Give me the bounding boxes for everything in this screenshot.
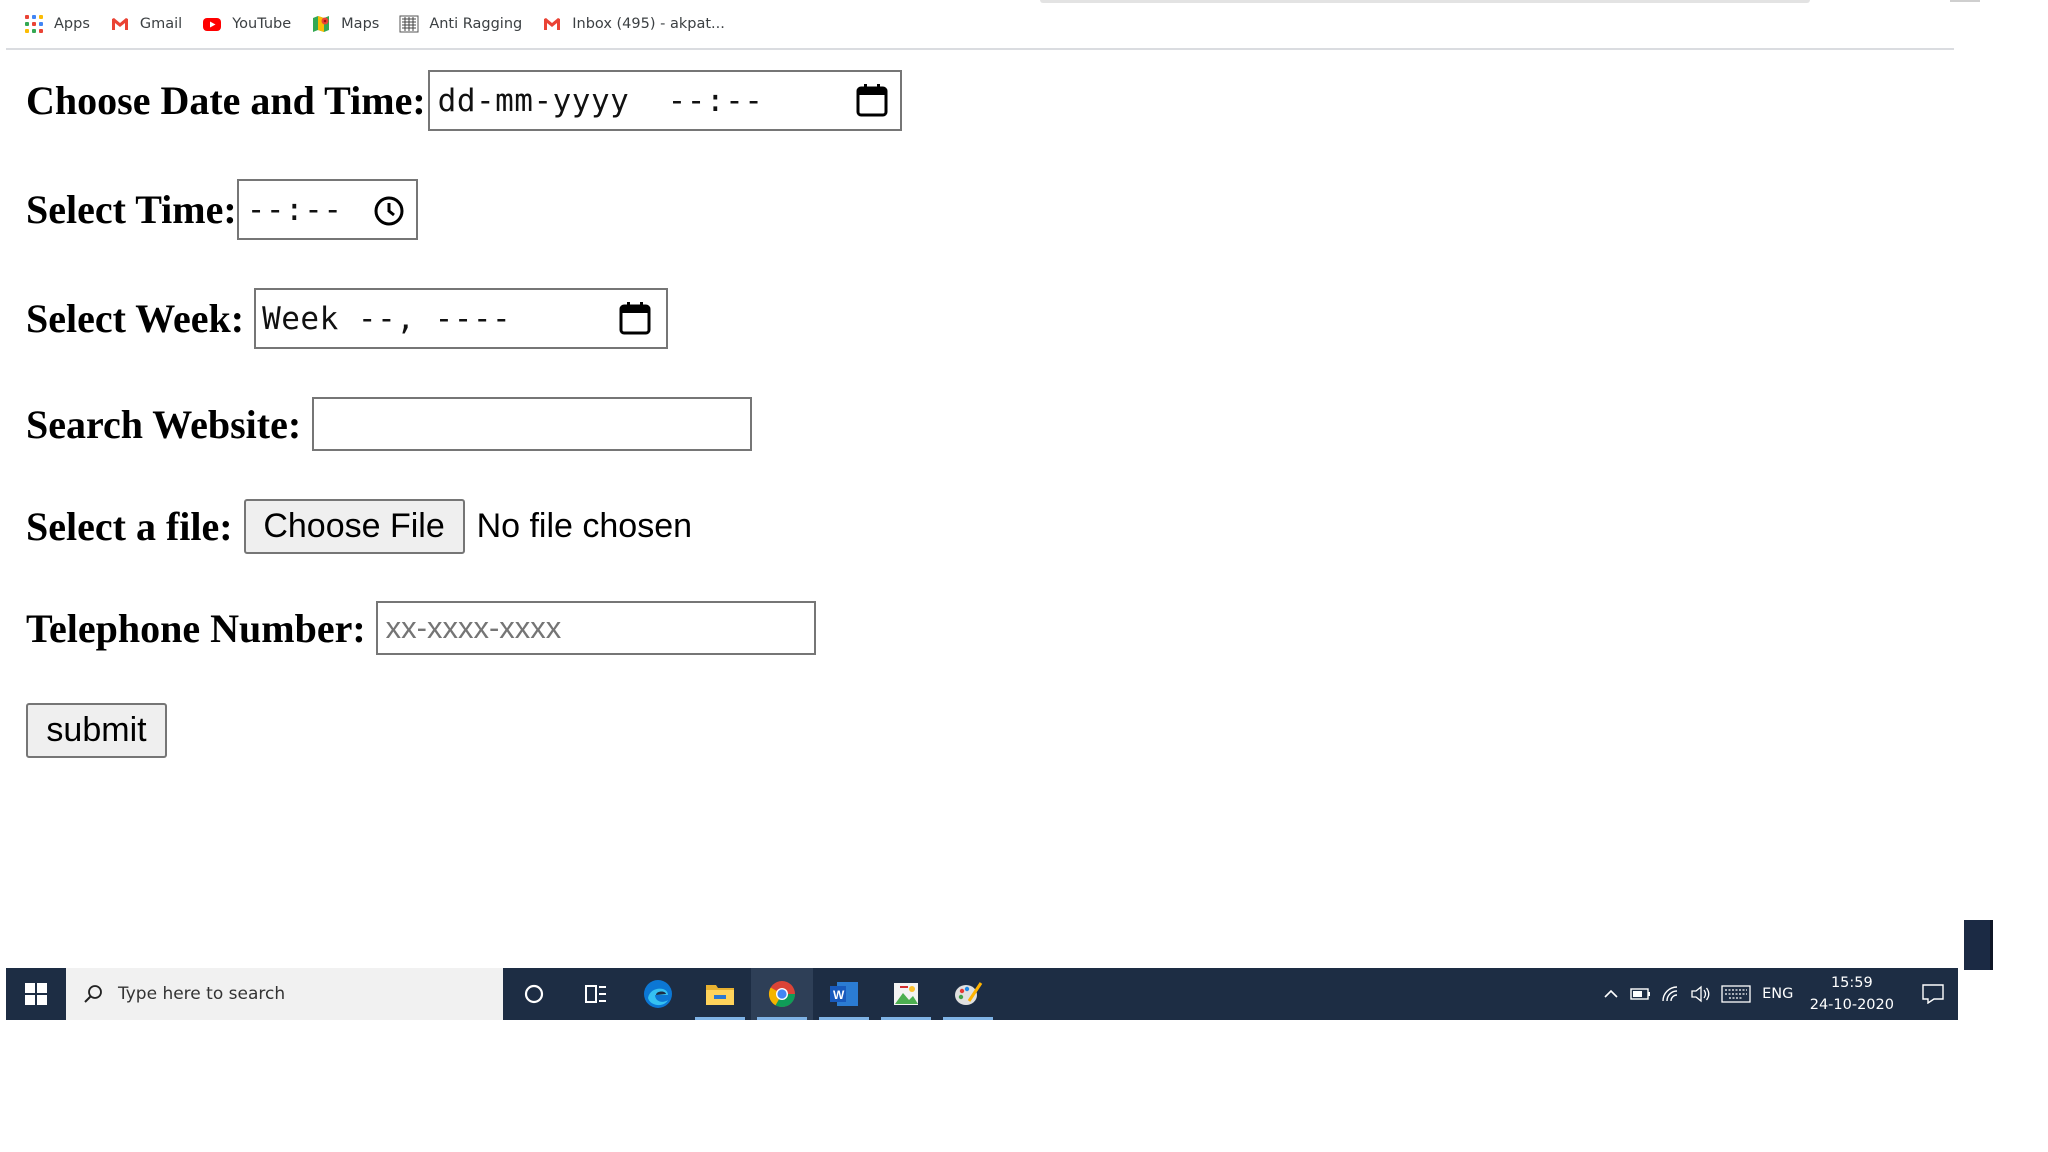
search-label: Search Website:	[26, 401, 302, 447]
telephone-input[interactable]: xx-xxxx-xxxx	[375, 601, 816, 655]
volume-button[interactable]	[1686, 968, 1716, 1020]
youtube-icon	[202, 14, 222, 34]
week-placeholder: Week --, ----	[262, 300, 512, 337]
speaker-icon	[1691, 985, 1710, 1003]
wifi-icon	[1662, 986, 1677, 1002]
bookmark-label: Gmail	[139, 16, 183, 32]
apps-grid-icon	[24, 14, 44, 34]
bookmark-label: Inbox (495) - akpat...	[572, 16, 725, 32]
datetime-label: Choose Date and Time:	[26, 78, 426, 123]
datetime-row: Choose Date and Time: dd-mm-yyyy --:--	[26, 70, 902, 131]
system-tray: ENG 15:59 24-10-2020	[1596, 968, 1958, 1020]
clock-time: 15:59	[1830, 975, 1873, 991]
bookmark-youtube[interactable]: YouTube	[202, 14, 291, 34]
bookmark-label: YouTube	[232, 16, 292, 32]
action-center-icon	[1922, 984, 1944, 1004]
week-row: Select Week: Week --, ----	[26, 288, 669, 349]
time-input[interactable]: --:--	[236, 179, 418, 240]
battery-icon	[1630, 988, 1650, 1000]
taskbar-search-placeholder: Type here to search	[118, 984, 286, 1004]
clock-date: 24-10-2020	[1809, 997, 1894, 1013]
gmail-icon	[542, 14, 562, 34]
word-icon: W	[830, 982, 858, 1006]
file-status: No file chosen	[476, 507, 693, 545]
time-placeholder: --:--	[246, 191, 343, 228]
bookmark-maps[interactable]: Maps	[311, 14, 379, 34]
network-button[interactable]	[1656, 968, 1686, 1020]
search-website-input[interactable]	[312, 397, 753, 451]
bookmark-gmail[interactable]: Gmail	[110, 14, 182, 34]
taskbar-file-explorer[interactable]	[689, 968, 751, 1020]
input-language-button[interactable]: ENG	[1756, 968, 1800, 1020]
photos-icon	[894, 983, 918, 1005]
time-row: Select Time: --:--	[26, 179, 418, 240]
week-label: Select Week:	[26, 296, 245, 341]
file-label: Select a file:	[26, 504, 233, 549]
chrome-icon	[768, 981, 796, 1008]
bookmark-label: Anti Ragging	[429, 16, 523, 32]
bookmarks-bar: Apps Gmail YouTube Maps Anti Ragging Inb…	[6, 0, 1954, 50]
taskbar-edge[interactable]	[627, 968, 689, 1020]
file-explorer-icon	[706, 985, 734, 1005]
edge-icon	[644, 980, 672, 1008]
taskbar-photos[interactable]	[875, 968, 937, 1020]
keyboard-icon	[1721, 985, 1751, 1003]
taskbar-search-box[interactable]: Type here to search	[66, 968, 503, 1020]
touch-keyboard-button[interactable]	[1716, 968, 1756, 1020]
chevron-up-icon	[1604, 989, 1618, 998]
telephone-row: Telephone Number: xx-xxxx-xxxx	[26, 601, 816, 655]
choose-file-button[interactable]: Choose File	[243, 499, 465, 554]
task-view-icon	[585, 985, 606, 1003]
file-row: Select a file: Choose File No file chose…	[26, 499, 692, 554]
anti-ragging-icon	[399, 14, 419, 34]
svg-text:W: W	[833, 988, 845, 1002]
task-view-button[interactable]	[565, 968, 627, 1020]
calendar-icon[interactable]	[619, 301, 651, 335]
bookmark-anti-ragging[interactable]: Anti Ragging	[399, 14, 522, 34]
scrollbar-thumb[interactable]	[1964, 920, 1990, 970]
telephone-label: Telephone Number:	[26, 605, 366, 651]
windows-taskbar: Type here to search W ENG 15:59 24-10-20…	[6, 968, 1958, 1020]
taskbar-paint[interactable]	[937, 968, 999, 1020]
maps-icon	[311, 14, 331, 34]
search-row: Search Website:	[26, 397, 753, 451]
taskbar-word[interactable]: W	[813, 968, 875, 1020]
start-button[interactable]	[6, 968, 66, 1020]
datetime-input[interactable]: dd-mm-yyyy --:--	[427, 70, 902, 131]
telephone-placeholder: xx-xxxx-xxxx	[385, 610, 562, 645]
week-input[interactable]: Week --, ----	[254, 288, 669, 349]
bookmark-inbox[interactable]: Inbox (495) - akpat...	[542, 14, 725, 34]
submit-button[interactable]: submit	[26, 703, 167, 758]
clock-button[interactable]: 15:59 24-10-2020	[1810, 972, 1894, 1016]
clock-icon[interactable]	[373, 195, 405, 227]
cortana-button[interactable]	[503, 968, 565, 1020]
notifications-button[interactable]	[1908, 968, 1958, 1020]
windows-logo-icon	[25, 983, 47, 1005]
bookmark-label: Apps	[54, 16, 90, 32]
battery-button[interactable]	[1626, 968, 1656, 1020]
datetime-placeholder: dd-mm-yyyy --:--	[437, 82, 764, 119]
gmail-icon	[110, 14, 130, 34]
calendar-icon[interactable]	[856, 83, 888, 117]
paint-icon	[955, 982, 983, 1005]
show-hidden-icons-button[interactable]	[1596, 968, 1626, 1020]
cortana-circle-icon	[524, 984, 544, 1004]
search-icon	[84, 985, 102, 1003]
bookmark-label: Maps	[341, 16, 380, 32]
taskbar-chrome[interactable]	[751, 968, 813, 1020]
time-label: Select Time:	[26, 187, 237, 232]
window-edge	[1950, 0, 1980, 2]
scrollbar-edge	[1990, 920, 1993, 970]
bookmark-apps[interactable]: Apps	[24, 14, 90, 34]
